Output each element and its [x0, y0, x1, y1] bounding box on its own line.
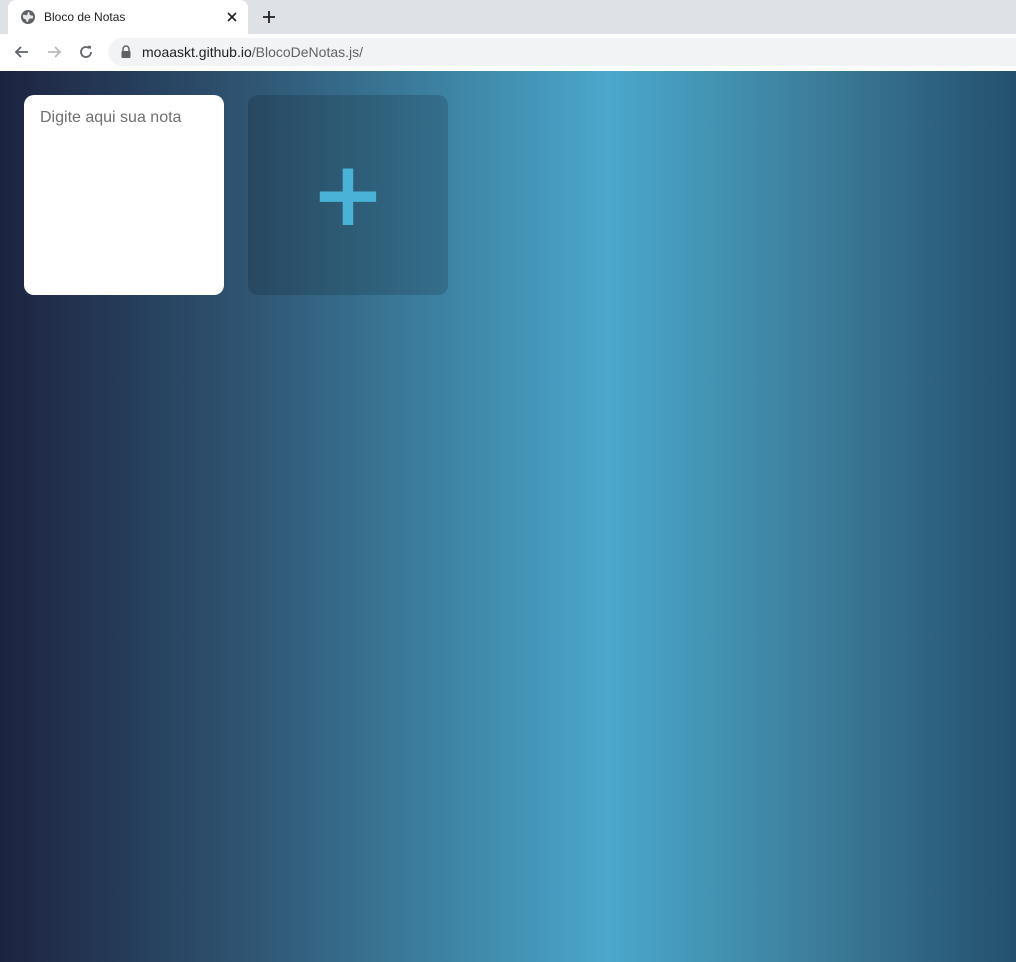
- browser-toolbar: moaaskt.github.io/BlocoDeNotas.js/: [0, 34, 1016, 72]
- tab-strip: Bloco de Notas: [0, 0, 1016, 34]
- globe-icon: [21, 10, 35, 24]
- address-bar[interactable]: moaaskt.github.io/BlocoDeNotas.js/: [108, 38, 1016, 66]
- close-icon[interactable]: [224, 9, 240, 25]
- url-host: moaaskt.github.io: [142, 44, 252, 60]
- browser-window: Bloco de Notas moaaskt.github.io/BlocoDe…: [0, 0, 1016, 962]
- page-content: +: [0, 71, 1016, 962]
- tab-title: Bloco de Notas: [44, 10, 126, 24]
- url-path: /BlocoDeNotas.js/: [251, 44, 364, 60]
- url-text[interactable]: moaaskt.github.io/BlocoDeNotas.js/: [142, 44, 363, 60]
- add-note-button[interactable]: +: [248, 95, 448, 295]
- plus-icon[interactable]: [260, 8, 278, 26]
- tab-bloco-de-notas[interactable]: Bloco de Notas: [8, 0, 248, 34]
- lock-icon[interactable]: [120, 45, 132, 59]
- forward-arrow-icon[interactable]: [44, 42, 64, 62]
- note-textarea[interactable]: [24, 95, 224, 295]
- back-arrow-icon[interactable]: [12, 42, 32, 62]
- plus-icon: +: [310, 142, 386, 247]
- reload-icon[interactable]: [76, 42, 96, 62]
